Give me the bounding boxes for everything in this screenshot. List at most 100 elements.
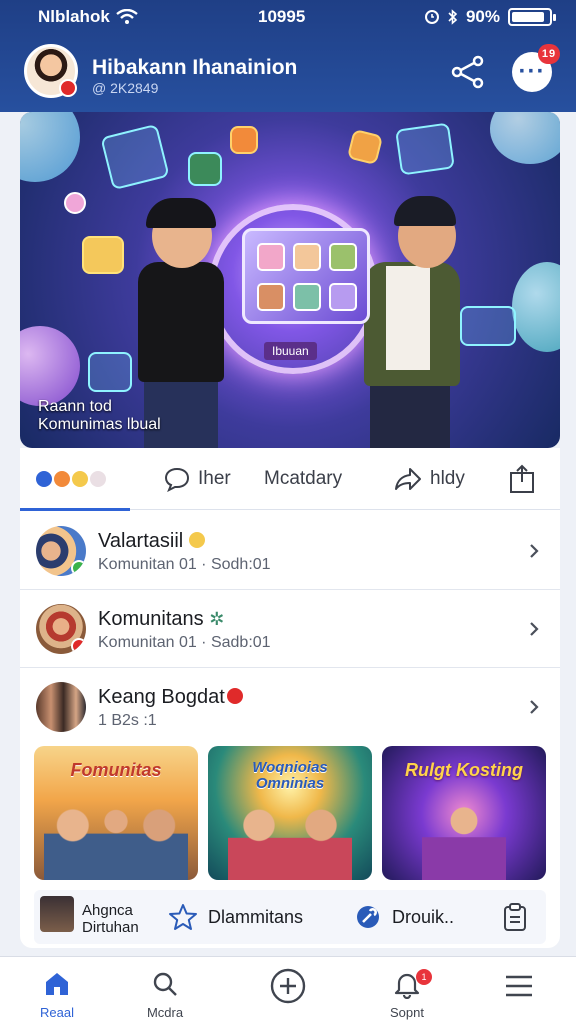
tab-share[interactable]: hldy bbox=[394, 448, 465, 510]
floating-card bbox=[346, 128, 384, 166]
nav-menu[interactable] bbox=[484, 965, 554, 1021]
chevron-right-icon bbox=[530, 700, 539, 714]
heart-icon bbox=[226, 688, 243, 704]
tab-bar: Iher Mcatdary hldy bbox=[20, 448, 560, 511]
list-item[interactable]: Komunitans ✲ Komunitan 01 · Sadb:01 bbox=[20, 590, 560, 668]
tablet-avatar bbox=[257, 243, 285, 271]
comment-icon bbox=[164, 467, 190, 492]
list-item[interactable]: Valartasiil Komunitan 01 · Sodh:01 bbox=[20, 512, 560, 590]
person-left bbox=[146, 198, 216, 228]
chevron-right-icon bbox=[530, 544, 539, 558]
bubble-decoration bbox=[512, 262, 560, 352]
profile-avatar[interactable] bbox=[24, 44, 78, 98]
hero-caption: Raann tod Komunimas lbual bbox=[38, 398, 161, 434]
person-left bbox=[138, 262, 224, 382]
panel-label: Ibuuan bbox=[264, 342, 317, 360]
upload-icon bbox=[510, 464, 534, 493]
status-bar: Nlblahok 10995 90% bbox=[0, 0, 576, 34]
tablet-avatar bbox=[257, 283, 285, 311]
clipboard-icon bbox=[504, 903, 526, 931]
community-meta: Komunitan 01 · Sodh:01 bbox=[98, 556, 271, 573]
battery-level bbox=[512, 12, 545, 22]
star-icon bbox=[169, 904, 197, 930]
list-item[interactable]: Keang Bogdat 1 B2s :1 bbox=[20, 668, 560, 746]
floating-card bbox=[460, 306, 516, 346]
carrier: Nlblahok bbox=[38, 7, 138, 27]
nav-home[interactable]: Reaal bbox=[22, 965, 92, 1021]
community-name: Valartasiil bbox=[98, 530, 205, 553]
tab-label: hldy bbox=[430, 468, 465, 489]
add-icon bbox=[270, 968, 306, 1004]
nav-label: Sopnt bbox=[390, 1005, 424, 1020]
tab-comment[interactable]: Iher bbox=[164, 448, 231, 510]
tablet-illustration bbox=[242, 228, 370, 324]
thumbnail-title: Woqnioias Omninias bbox=[252, 759, 328, 792]
bluetooth-icon bbox=[448, 9, 458, 25]
nav-search[interactable]: Mcdra bbox=[130, 965, 200, 1021]
nav-notifications[interactable]: 1 Sopnt bbox=[372, 965, 442, 1021]
community-avatar bbox=[36, 682, 86, 732]
share-button[interactable] bbox=[446, 52, 490, 92]
bubble-decoration bbox=[20, 326, 80, 406]
mini-line1: Ahgnca bbox=[82, 902, 133, 919]
action-label: Dlammitans bbox=[208, 906, 304, 927]
action-clipboard[interactable] bbox=[502, 890, 528, 944]
haha-icon bbox=[72, 471, 88, 487]
tab-reactions[interactable] bbox=[36, 448, 106, 510]
floating-card bbox=[395, 122, 455, 176]
menu-icon bbox=[506, 975, 532, 997]
page-subtitle: @ 2K2849 bbox=[92, 80, 159, 96]
mini-text: Ahgnca Dirtuhan bbox=[82, 902, 139, 936]
hero-caption-line1: Raann tod bbox=[38, 398, 112, 415]
bubble-decoration bbox=[20, 112, 80, 182]
tab-label: Iher bbox=[198, 468, 231, 489]
thumbnail-title: Fomunitas bbox=[70, 760, 162, 780]
tablet-avatar bbox=[293, 283, 321, 311]
floating-card bbox=[100, 123, 170, 191]
notification-badge: 19 bbox=[538, 44, 560, 64]
floating-card bbox=[82, 236, 124, 274]
hero-caption-line2: Komunimas lbual bbox=[38, 416, 161, 433]
nav-label: Reaal bbox=[40, 1005, 74, 1020]
tablet-avatar bbox=[293, 243, 321, 271]
action-label: Drouik.. bbox=[392, 906, 455, 927]
wow-icon bbox=[90, 471, 106, 487]
clock: 10995 bbox=[258, 7, 306, 26]
floating-card bbox=[188, 152, 222, 186]
carrier-label: Nlblahok bbox=[38, 7, 110, 26]
person-right bbox=[370, 378, 450, 448]
mini-line2: Dirtuhan bbox=[82, 919, 139, 936]
community-name: Komunitans ✲ bbox=[98, 608, 225, 630]
avatar-badge bbox=[71, 560, 86, 576]
community-thumbnail[interactable]: Rulgt Kosting bbox=[382, 746, 546, 880]
wrench-icon bbox=[357, 906, 379, 928]
more-button[interactable]: ··· 19 bbox=[512, 44, 560, 92]
love-icon bbox=[54, 471, 70, 487]
notification-badge: 1 bbox=[416, 969, 432, 985]
floating-card bbox=[88, 352, 132, 392]
wifi-icon bbox=[116, 9, 138, 24]
battery-percent: 90% bbox=[465, 7, 500, 26]
emoji-icon bbox=[188, 532, 205, 548]
tablet-avatar bbox=[329, 283, 357, 311]
hero-banner[interactable]: Ibuuan Raann tod Komunimas lbual bbox=[20, 112, 560, 448]
tab-label: Mcatdary bbox=[264, 468, 343, 489]
action-dlammitans[interactable]: Dlammitans bbox=[168, 890, 303, 944]
gear-icon: ✲ bbox=[209, 609, 225, 629]
action-drouik[interactable]: Drouik.. bbox=[354, 890, 454, 944]
nav-add[interactable] bbox=[253, 965, 323, 1021]
thumbnail-people bbox=[228, 804, 352, 880]
share-icon bbox=[451, 55, 484, 89]
home-icon bbox=[46, 973, 68, 995]
battery-icon bbox=[508, 8, 556, 26]
community-thumbnail[interactable]: Fomunitas bbox=[34, 746, 198, 880]
share-arrow-icon bbox=[395, 468, 421, 490]
person-right bbox=[386, 266, 430, 370]
tab-mcatdary[interactable]: Mcatdary bbox=[264, 448, 342, 510]
avatar-badge bbox=[59, 79, 77, 97]
community-thumbnail[interactable]: Woqnioias Omninias bbox=[208, 746, 372, 880]
community-meta: Komunitan 01 · Sadb:01 bbox=[98, 634, 271, 651]
bubble-decoration bbox=[490, 112, 560, 164]
tab-upload[interactable] bbox=[508, 448, 536, 510]
app-header: Nlblahok 10995 90% Hibakann Ihanainion @… bbox=[0, 0, 576, 112]
